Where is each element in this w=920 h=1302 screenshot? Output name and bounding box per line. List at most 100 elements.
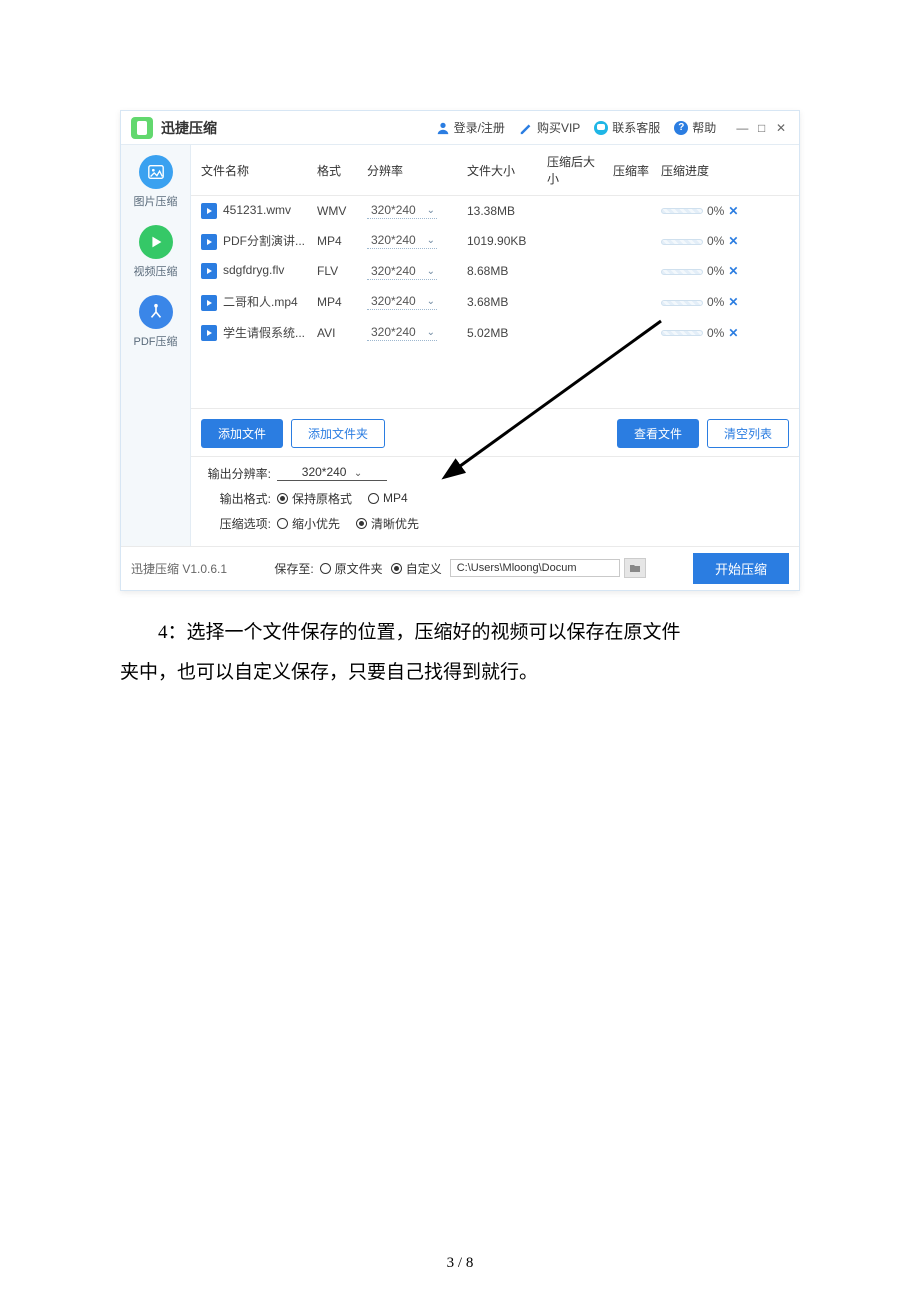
save-to-label: 保存至: [274,560,313,577]
radio-small-priority[interactable]: 缩小优先 [277,515,340,532]
output-format-label: 输出格式: [201,490,271,507]
resolution-select[interactable]: 320*240 ⌄ [367,232,437,249]
play-file-icon [201,295,217,311]
play-file-icon [201,325,217,341]
help-link[interactable]: ? 帮助 [674,119,716,136]
annotation-arrow-icon [421,301,681,501]
progress-percent: 0% [707,295,724,309]
file-name: PDF分割演讲... [223,234,305,248]
remove-row-button[interactable]: ✕ [728,326,738,340]
maximize-button[interactable]: □ [754,121,770,135]
file-name: 学生请假系统... [223,326,305,340]
remove-row-button[interactable]: ✕ [728,234,738,248]
radio-dot-icon [277,518,288,529]
resolution-select[interactable]: 320*240 ⌄ [367,202,437,219]
app-window: 迅捷压缩 登录/注册 购买VIP 联系客服 ? 帮助 — □ ✕ [120,110,800,591]
document-paragraph: 4：选择一个文件保存的位置，压缩好的视频可以保存在原文件 夹中，也可以自定义保存… [120,613,800,693]
progress-percent: 0% [707,326,724,340]
resolution-value: 320*240 [371,325,416,339]
browse-folder-button[interactable] [624,558,646,578]
resolution-select[interactable]: 320*240 ⌄ [367,263,437,280]
buy-vip-link[interactable]: 购买VIP [519,119,580,136]
col-header-resolution: 分辨率 [361,145,461,196]
doc-line-1: 选择一个文件保存的位置，压缩好的视频可以保存在原文件 [187,622,681,643]
radio-mp4[interactable]: MP4 [368,491,408,505]
radio-clear-priority[interactable]: 清晰优先 [356,515,419,532]
contact-label: 联系客服 [612,119,660,136]
file-name: 451231.wmv [223,203,291,217]
save-path-input[interactable]: C:\Users\Mloong\Docum [450,559,620,577]
sidebar-label: 图片压缩 [121,193,190,209]
doc-line-2: 夹中，也可以自定义保存，只要自己找得到就行。 [120,662,538,683]
sidebar: 图片压缩 视频压缩 PDF压缩 [121,145,191,590]
remove-row-button[interactable]: ✕ [728,264,738,278]
resolution-value: 320*240 [371,203,416,217]
file-format: WMV [311,196,361,226]
radio-save-original[interactable]: 原文件夹 [320,560,383,577]
clear-list-button[interactable]: 清空列表 [707,419,789,448]
footer-bar: 迅捷压缩 V1.0.6.1 保存至: 原文件夹 自定义 C:\Users\Mlo… [121,546,799,590]
radio-label: 自定义 [406,560,442,577]
file-size: 1019.90KB [461,226,541,257]
app-title: 迅捷压缩 [161,118,217,138]
folder-icon [629,563,641,573]
col-header-name: 文件名称 [191,145,311,196]
radio-keep-format[interactable]: 保持原格式 [277,490,352,507]
user-icon [436,121,450,135]
pdf-icon [139,295,173,329]
col-header-format: 格式 [311,145,361,196]
radio-dot-icon [320,563,331,574]
add-file-button[interactable]: 添加文件 [201,419,283,448]
step-number: 4： [158,622,187,643]
progress-percent: 0% [707,234,724,248]
file-format: MP4 [311,226,361,257]
add-folder-button[interactable]: 添加文件夹 [291,419,385,448]
sidebar-item-pdf-compress[interactable]: PDF压缩 [121,289,190,359]
pen-icon [519,121,533,135]
compress-option-label: 压缩选项: [201,515,271,532]
chevron-down-icon: ⌄ [427,205,435,216]
video-icon [139,225,173,259]
app-logo-icon [131,117,153,139]
contact-link[interactable]: 联系客服 [594,119,660,136]
chevron-down-icon: ⌄ [354,468,362,479]
progress-percent: 0% [707,204,724,218]
play-file-icon [201,203,217,219]
file-format: AVI [311,317,361,348]
chat-icon [594,121,608,135]
version-label: 迅捷压缩 V1.0.6.1 [131,560,227,577]
window-controls: — □ ✕ [734,121,789,135]
remove-row-button[interactable]: ✕ [728,204,738,218]
chevron-down-icon: ⌄ [427,235,435,246]
resolution-value: 320*240 [371,233,416,247]
output-resolution-select[interactable]: 320*240 ⌄ [277,465,387,481]
resolution-value: 320*240 [371,264,416,278]
radio-label: 保持原格式 [292,490,352,507]
radio-label: 缩小优先 [292,515,340,532]
sidebar-item-video-compress[interactable]: 视频压缩 [121,219,190,289]
table-row: 451231.wmv WMV 320*240⌄ 13.38MB 0%✕ [191,196,799,226]
close-button[interactable]: ✕ [773,121,789,135]
remove-row-button[interactable]: ✕ [728,295,738,309]
col-header-after-size: 压缩后大小 [541,145,607,196]
image-icon [139,155,173,189]
radio-dot-icon [391,563,402,574]
chevron-down-icon: ⌄ [427,266,435,277]
file-format: FLV [311,256,361,286]
file-after-size [541,196,607,226]
minimize-button[interactable]: — [734,121,750,135]
login-label: 登录/注册 [454,119,505,136]
output-resolution-label: 输出分辨率: [201,465,271,482]
radio-save-custom[interactable]: 自定义 [391,560,442,577]
login-link[interactable]: 登录/注册 [436,119,505,136]
progress-percent: 0% [707,264,724,278]
progress-bar [661,239,703,245]
file-format: MP4 [311,286,361,317]
sidebar-label: PDF压缩 [121,333,190,349]
radio-label: 原文件夹 [335,560,383,577]
file-size: 8.68MB [461,256,541,286]
help-label: 帮助 [692,119,716,136]
help-icon: ? [674,121,688,135]
sidebar-item-image-compress[interactable]: 图片压缩 [121,149,190,219]
start-compress-button[interactable]: 开始压缩 [693,553,789,584]
